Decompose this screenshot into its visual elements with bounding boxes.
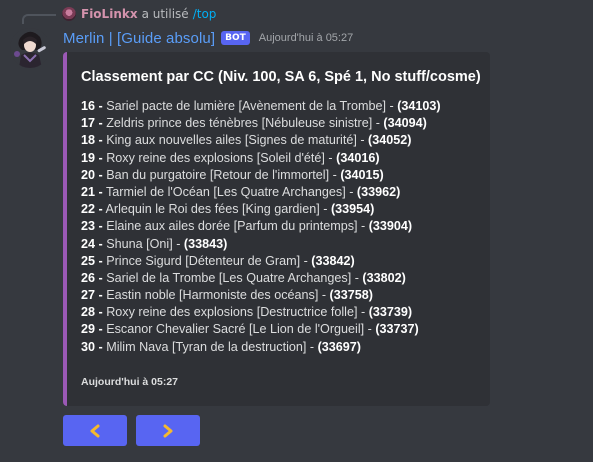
ranking-score: (34016) [336, 150, 380, 165]
ranking-score: (33802) [362, 270, 406, 285]
arrow-right-icon [161, 424, 175, 438]
ranking-score: (33697) [317, 339, 361, 354]
ranking-rank: 23 - [81, 219, 103, 234]
ranking-rank: 28 - [81, 305, 103, 320]
ranking-score: (33758) [329, 288, 373, 303]
previous-page-button[interactable] [63, 415, 127, 446]
ranking-rank: 17 - [81, 116, 103, 131]
ranking-score: (34103) [397, 99, 441, 113]
ranking-name: Prince Sigurd [Détenteur de Gram] - [106, 253, 308, 268]
ranking-name: King aux nouvelles ailes [Signes de matu… [106, 133, 365, 148]
ranking-row: 16 - Sariel pacte de lumière [Avènement … [81, 98, 441, 115]
ranking-rank: 20 - [81, 167, 103, 182]
ranking-rank: 19 - [81, 150, 103, 165]
ranking-name: Sariel pacte de lumière [Avènement de la… [106, 99, 394, 113]
ranking-name: Roxy reine des explosions [Soleil d'été]… [106, 150, 333, 165]
author-name[interactable]: Merlin | [Guide absolu] [63, 30, 215, 47]
ranking-list: 16 - Sariel pacte de lumière [Avènement … [81, 98, 441, 356]
ranking-score: (34052) [368, 133, 412, 148]
embed-footer: Aujourd'hui à 05:27 [81, 376, 179, 388]
ranking-row: 26 - Sariel de la Trombe [Les Quatre Arc… [81, 270, 441, 287]
ranking-rank: 27 - [81, 288, 103, 303]
reply-avatar[interactable] [62, 7, 76, 21]
embed: Classement par CC (Niv. 100, SA 6, Spé 1… [63, 52, 490, 406]
reply-reference[interactable]: FioLinkx a utilisé /top [62, 5, 216, 23]
ranking-rank: 18 - [81, 133, 103, 148]
ranking-rank: 29 - [81, 322, 103, 337]
ranking-score: (34094) [383, 116, 427, 131]
reply-command[interactable]: /top [193, 7, 217, 21]
bot-badge: BOT [221, 31, 250, 45]
next-page-button[interactable] [136, 415, 200, 446]
ranking-name: Zeldris prince des ténèbres [Nébuleuse s… [106, 116, 380, 131]
ranking-rank: 30 - [81, 339, 103, 354]
ranking-row: 23 - Elaine aux ailes dorée [Parfum du p… [81, 218, 441, 235]
ranking-rank: 25 - [81, 253, 103, 268]
ranking-name: Elaine aux ailes dorée [Parfum du printe… [106, 219, 366, 234]
ranking-rank: 26 - [81, 270, 103, 285]
ranking-row: 19 - Roxy reine des explosions [Soleil d… [81, 150, 441, 167]
ranking-score: (33843) [183, 236, 228, 251]
ranking-row: 30 - Milim Nava [Tyran de la destruction… [81, 339, 441, 356]
ranking-name: Shuna [Oni] - [106, 236, 181, 251]
ranking-row: 28 - Roxy reine des explosions [Destruct… [81, 304, 441, 321]
ranking-name: Arlequin le Roi des fées [King gardien] … [105, 202, 328, 217]
ranking-row: 17 - Zeldris prince des ténèbres [Nébule… [81, 115, 441, 132]
reply-username[interactable]: FioLinkx [81, 7, 138, 21]
ranking-rank: 16 - [81, 99, 103, 113]
ranking-rank: 24 - [81, 236, 103, 251]
message-header: Merlin | [Guide absolu] BOT Aujourd'hui … [63, 27, 353, 49]
ranking-row: 20 - Ban du purgatoire [Retour de l'immo… [81, 167, 441, 184]
reply-text: a utilisé [141, 7, 189, 21]
ranking-row: 27 - Eastin noble [Harmoniste des océans… [81, 287, 441, 304]
arrow-left-icon [88, 424, 102, 438]
ranking-row: 24 - Shuna [Oni] - (33843) [81, 236, 441, 253]
ranking-name: Milim Nava [Tyran de la destruction] - [106, 339, 315, 354]
ranking-score: (33962) [356, 184, 401, 199]
ranking-row: 18 - King aux nouvelles ailes [Signes de… [81, 132, 441, 149]
avatar-image [10, 28, 50, 68]
ranking-score: (34015) [340, 167, 384, 182]
ranking-name: Roxy reine des explosions [Destructrice … [106, 305, 366, 320]
discord-message: FioLinkx a utilisé /top Merlin | [Guide … [0, 0, 593, 462]
ranking-score: (33904) [368, 219, 413, 234]
ranking-score: (33739) [368, 305, 413, 320]
ranking-rank: 21 - [81, 184, 103, 199]
ranking-name: Escanor Chevalier Sacré [Le Lion de l'Or… [106, 322, 372, 337]
embed-title: Classement par CC (Niv. 100, SA 6, Spé 1… [81, 69, 481, 85]
ranking-score: (33842) [311, 253, 355, 268]
ranking-row: 25 - Prince Sigurd [Détenteur de Gram] -… [81, 253, 441, 270]
reply-connector [22, 14, 56, 24]
ranking-name: Sariel de la Trombe [Les Quatre Archange… [106, 270, 359, 285]
ranking-score: (33954) [330, 202, 375, 217]
ranking-name: Ban du purgatoire [Retour de l'immortel]… [106, 167, 337, 182]
ranking-score: (33737) [375, 322, 419, 337]
avatar[interactable] [10, 28, 50, 68]
ranking-row: 22 - Arlequin le Roi des fées [King gard… [81, 201, 441, 218]
ranking-rank: 22 - [81, 202, 103, 217]
message-timestamp[interactable]: Aujourd'hui à 05:27 [259, 32, 353, 44]
ranking-name: Eastin noble [Harmoniste des océans] - [106, 288, 327, 303]
ranking-row: 29 - Escanor Chevalier Sacré [Le Lion de… [81, 321, 441, 338]
ranking-row: 21 - Tarmiel de l'Océan [Les Quatre Arch… [81, 184, 441, 201]
ranking-name: Tarmiel de l'Océan [Les Quatre Archanges… [105, 184, 354, 199]
